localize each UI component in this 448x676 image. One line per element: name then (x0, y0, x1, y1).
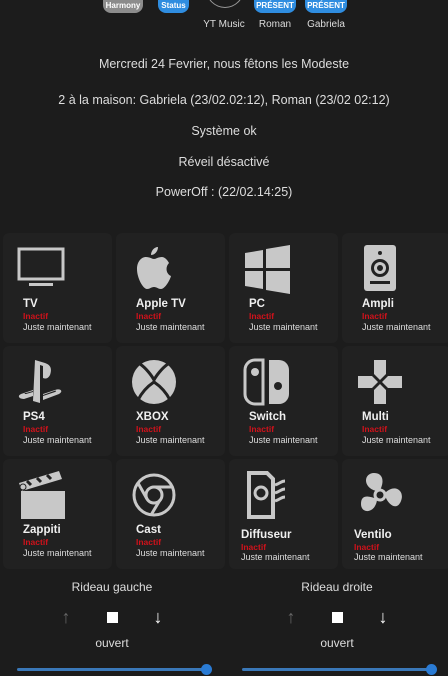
device-name: Apple TV (136, 298, 186, 310)
device-last-change: Juste maintenant (249, 435, 318, 445)
curtain-left-up-button[interactable]: ↑ (55, 606, 77, 628)
device-last-change: Juste maintenant (23, 548, 92, 558)
curtain-left-slider[interactable] (17, 668, 207, 671)
playstation-icon (18, 360, 62, 403)
curtain-right-stop-button[interactable] (326, 606, 348, 628)
curtain-left-down-button[interactable]: ↓ (147, 606, 169, 628)
device-last-change: Juste maintenant (354, 552, 423, 562)
device-last-change: Juste maintenant (23, 435, 92, 445)
device-card-zappiti[interactable]: Zappiti Inactif Juste maintenant (3, 459, 112, 569)
curtain-right-down-button[interactable]: ↓ (372, 606, 394, 628)
device-card-tv[interactable]: TV Inactif Juste maintenant (3, 233, 112, 343)
yt-music-avatar[interactable] (206, 0, 244, 8)
gabriela-label: Gabriela (307, 19, 345, 30)
device-state: Inactif (249, 424, 275, 434)
device-name: Multi (362, 411, 389, 423)
device-name: PC (249, 298, 265, 310)
device-state: Inactif (23, 311, 49, 321)
device-name: Diffuseur (241, 529, 292, 541)
status-chip[interactable]: Status (158, 0, 189, 13)
chrome-icon (132, 473, 176, 517)
device-card-diffuseur[interactable]: Diffuseur Inactif Juste maintenant (229, 459, 338, 569)
curtain-right-slider-thumb[interactable] (426, 664, 437, 675)
harmony-chip[interactable]: Harmony (103, 0, 143, 13)
device-card-ventilo[interactable]: Ventilo Inactif Juste maintenant (342, 459, 448, 569)
device-last-change: Juste maintenant (241, 552, 310, 562)
poweroff-status: PowerOff : (22/02.14:25) (155, 185, 293, 199)
windows-icon (245, 245, 290, 294)
alarm-status: Réveil désactivé (178, 155, 270, 169)
device-name: XBOX (136, 411, 169, 423)
presence-line: 2 à la maison: Gabriela (23/02.02:12), R… (58, 93, 390, 107)
device-card-cast[interactable]: Cast Inactif Juste maintenant (116, 459, 225, 569)
device-last-change: Juste maintenant (362, 435, 431, 445)
curtain-right-title: Rideau droite (301, 580, 373, 594)
device-state: Inactif (23, 537, 49, 547)
curtain-right-state: ouvert (320, 636, 354, 650)
fan-icon (361, 473, 402, 512)
apple-icon (137, 247, 171, 289)
curtain-left-stop-button[interactable] (101, 606, 123, 628)
device-state: Inactif (362, 311, 388, 321)
device-card-ps4[interactable]: PS4 Inactif Juste maintenant (3, 346, 112, 456)
device-state: Inactif (249, 311, 275, 321)
device-card-switch[interactable]: Switch Inactif Juste maintenant (229, 346, 338, 456)
device-card-xbox[interactable]: XBOX Inactif Juste maintenant (116, 346, 225, 456)
device-name: PS4 (23, 411, 45, 423)
device-name: Cast (136, 524, 161, 536)
speaker-icon (364, 245, 396, 291)
xbox-icon (132, 360, 176, 404)
device-last-change: Juste maintenant (136, 548, 205, 558)
gabriela-presence-badge: PRÉSENT (305, 0, 347, 13)
device-name: Ventilo (354, 529, 392, 541)
device-state: Inactif (136, 311, 162, 321)
curtain-left-state: ouvert (95, 636, 129, 650)
roman-presence-badge: PRÉSENT (254, 0, 296, 13)
device-last-change: Juste maintenant (362, 322, 431, 332)
device-state: Inactif (354, 542, 380, 552)
gamepad-icon (358, 360, 402, 404)
clapperboard-icon (19, 471, 65, 519)
device-last-change: Juste maintenant (136, 322, 205, 332)
curtain-right-slider[interactable] (242, 668, 432, 671)
device-card-ampli[interactable]: Ampli Inactif Juste maintenant (342, 233, 448, 343)
device-name: Zappiti (23, 524, 61, 536)
device-card-pc[interactable]: PC Inactif Juste maintenant (229, 233, 338, 343)
device-name: TV (23, 298, 38, 310)
curtain-left-title: Rideau gauche (71, 580, 153, 594)
device-last-change: Juste maintenant (249, 322, 318, 332)
curtain-left-slider-thumb[interactable] (201, 664, 212, 675)
curtain-right-up-button[interactable]: ↑ (280, 606, 302, 628)
tv-icon (17, 247, 65, 286)
device-name: Switch (249, 411, 287, 423)
device-state: Inactif (136, 424, 162, 434)
device-card-apple-tv[interactable]: Apple TV Inactif Juste maintenant (116, 233, 225, 343)
device-state: Inactif (136, 537, 162, 547)
device-name: Ampli (362, 298, 394, 310)
switch-icon (243, 358, 289, 406)
device-state: Inactif (23, 424, 49, 434)
device-last-change: Juste maintenant (23, 322, 92, 332)
device-last-change: Juste maintenant (136, 435, 205, 445)
device-state: Inactif (362, 424, 388, 434)
system-status: Système ok (191, 124, 257, 138)
diffuser-icon (247, 471, 286, 519)
device-card-multi[interactable]: Multi Inactif Juste maintenant (342, 346, 448, 456)
device-state: Inactif (241, 542, 267, 552)
date-line: Mercredi 24 Fevrier, nous fêtons les Mod… (98, 57, 350, 71)
